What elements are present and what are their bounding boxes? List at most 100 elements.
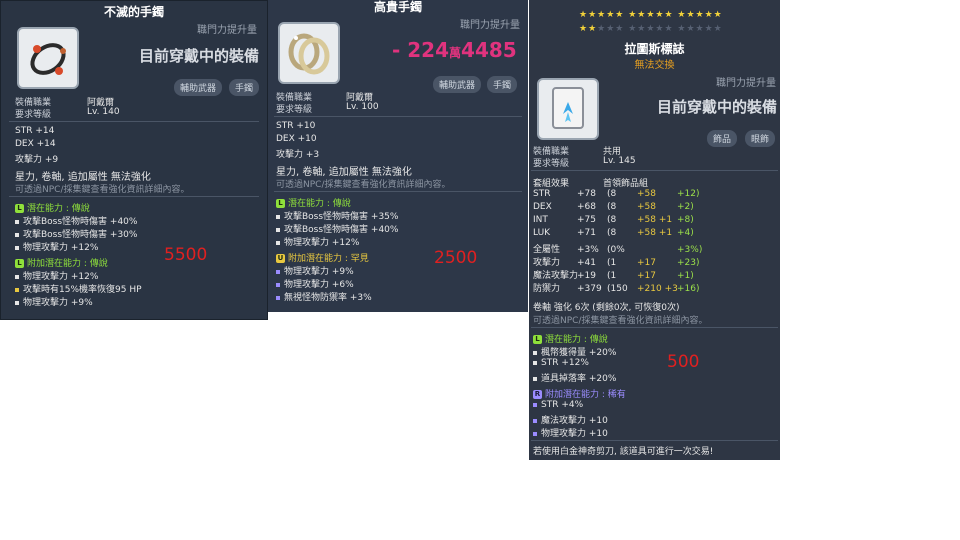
stat-name: 攻擊力 (533, 258, 561, 268)
stat-total: +71 (577, 228, 596, 238)
potential-title: L 潛在能力 : 傳說 (15, 201, 90, 214)
stat-base: (0% (607, 245, 625, 255)
stat-name: INT (533, 215, 548, 225)
stat-bonus: +4) (677, 228, 694, 238)
stat-name: 全屬性 (533, 245, 561, 255)
star-force-row: ★★★★★ ★★★★★ ★★★★★ (579, 10, 723, 20)
tag-bracelet: 手鐲 (229, 79, 260, 96)
job-increase-label: 職門力提升量 (460, 20, 520, 31)
enhance-hint: 可透過NPC/採集鍵查看強化資訊詳細內容。 (533, 316, 708, 326)
stat-scroll: +17 (637, 271, 656, 281)
stat-total: +379 (577, 284, 602, 294)
stat-name: 防禦力 (533, 284, 561, 294)
stat-line: DEX +14 (15, 139, 56, 149)
potential-title: L 潛在能力 : 傳說 (276, 196, 351, 209)
stat-scroll: +58 (637, 202, 656, 212)
rare-badge-icon: R (533, 390, 542, 399)
stat-name: STR (533, 189, 551, 199)
potential-line: STR +12% (533, 358, 589, 368)
job-increase-label: 職門力提升量 (716, 78, 776, 89)
stat-bonus: +2) (677, 202, 694, 212)
stat-bonus: +3%) (677, 245, 703, 255)
stat-row: LUK +71 (8 +58 +1 +4) (533, 228, 694, 238)
badge-item-icon (537, 78, 599, 140)
stat-bonus: +23) (677, 258, 700, 268)
potential-line: 攻擊Boss怪物時傷害 +35% (276, 209, 398, 222)
stat-row: 攻擊力 +41 (1 +17 +23) (533, 255, 700, 268)
stat-scroll: +58 (637, 189, 656, 199)
potential-line: 楓幣獲得量 +20% (533, 345, 616, 358)
potential-line: 攻擊Boss怪物時傷害 +30% (15, 227, 137, 240)
stat-line: STR +14 (15, 126, 55, 136)
divider (531, 327, 778, 328)
tag-eye-accessory: 眼飾 (745, 130, 776, 147)
price-annotation: 500 (667, 352, 700, 372)
stat-bonus: +12) (677, 189, 700, 199)
add-potential-line: 物理攻擊力 +12% (15, 269, 98, 282)
stat-scroll: +58 +1 (637, 215, 673, 225)
price-annotation: 5500 (164, 245, 208, 265)
potential-line: 物理攻擊力 +12% (15, 240, 98, 253)
legendary-badge-icon: L (276, 199, 285, 208)
stat-scroll: +210 +3 (637, 284, 678, 294)
item-tooltip-latus-emblem: ★★★★★ ★★★★★ ★★★★★ ★★★★★ ★★★★★ ★★★★★ 拉圖斯標… (529, 0, 780, 460)
tag-accessory: 飾品 (707, 130, 738, 147)
tag-bracelet: 手鐲 (487, 76, 518, 93)
stat-base: (8 (607, 215, 617, 225)
stat-row: INT +75 (8 +58 +1 +8) (533, 215, 694, 225)
stat-name: 魔法攻擊力 (533, 271, 579, 281)
stat-line: 攻擊力 +3 (276, 150, 320, 160)
legendary-badge-icon: L (15, 259, 24, 268)
enhance-hint: 可透過NPC/採集鍵查看強化資訊詳細內容。 (15, 185, 190, 195)
stat-base: (1 (607, 258, 617, 268)
stat-base: (8 (607, 189, 617, 199)
stat-name: LUK (533, 228, 551, 238)
divider (274, 116, 522, 117)
potential-line: 物理攻擊力 +12% (276, 235, 359, 248)
stat-scroll: +17 (637, 258, 656, 268)
job-power-delta: - 224萬4485 (392, 38, 517, 62)
add-potential-line: 攻擊時有15%機率恢復95 HP (15, 282, 142, 295)
stat-row: STR +78 (8 +58 +12) (533, 189, 700, 199)
stat-total: +41 (577, 258, 596, 268)
item-title: 高貴手鐲 (373, 0, 422, 14)
level-label: 要求等級 (533, 159, 570, 169)
item-tooltip-immortal-bracelet: 不滅的手鐲 職門力提升量 目前穿戴中的裝備 輔助武器 手鐲 裝備職業 阿戴爾 要… (0, 0, 268, 320)
ring-item-icon (17, 27, 79, 89)
stat-row: 防禦力 +379 (150 +210 +3+16) (533, 281, 700, 294)
stat-total: +19 (577, 271, 596, 281)
item-tooltip-noble-bracelet: 高貴手鐲 職門力提升量 - 224萬4485 輔助武器 手鐲 裝備職業 阿戴爾 … (268, 0, 528, 312)
enhance-hint: 可透過NPC/採集鍵查看強化資訊詳細內容。 (276, 180, 451, 190)
set-effect-label: 套組效果 (533, 179, 570, 189)
enhance-flags: 星力, 卷軸, 追加屬性 無法強化 (276, 167, 412, 178)
level-label: 要求等級 (276, 105, 313, 115)
divider (531, 170, 778, 171)
stat-bonus: +8) (677, 215, 694, 225)
price-annotation: 2500 (434, 248, 478, 268)
untradable-label: 無法交換 (634, 60, 675, 71)
potential-line: 道具掉落率 +20% (533, 371, 616, 384)
add-potential-line: 無視怪物防禦率 +3% (276, 290, 372, 303)
stat-base: (8 (607, 228, 617, 238)
stat-row: DEX +68 (8 +58 +2) (533, 202, 694, 212)
level-value: Lv. 100 (346, 102, 379, 112)
add-potential-line: 物理攻擊力 +10 (533, 426, 608, 439)
potential-line: 攻擊Boss怪物時傷害 +40% (15, 214, 137, 227)
scroll-enhance-info: 卷軸 強化 6次 (剩餘0次, 可恢復0次) (533, 303, 680, 313)
stat-total: +3% (577, 245, 599, 255)
legendary-badge-icon: L (533, 335, 542, 344)
level-value: Lv. 140 (87, 107, 120, 117)
stat-bonus: +1) (677, 271, 694, 281)
stat-total: +68 (577, 202, 596, 212)
unique-badge-icon: U (276, 254, 285, 263)
potential-line: 攻擊Boss怪物時傷害 +40% (276, 222, 398, 235)
double-ring-item-icon (278, 22, 340, 84)
tag-secondary: 輔助武器 (174, 79, 223, 96)
wearing-label: 目前穿戴中的裝備 (657, 98, 778, 116)
item-title: 拉圖斯標誌 (624, 42, 685, 56)
stat-name: DEX (533, 202, 552, 212)
stat-row: 魔法攻擊力+19 (1 +17 +1) (533, 268, 694, 281)
add-potential-line: 物理攻擊力 +9% (276, 264, 354, 277)
wearing-label: 目前穿戴中的裝備 (139, 47, 260, 65)
stat-base: (150 (607, 284, 628, 294)
